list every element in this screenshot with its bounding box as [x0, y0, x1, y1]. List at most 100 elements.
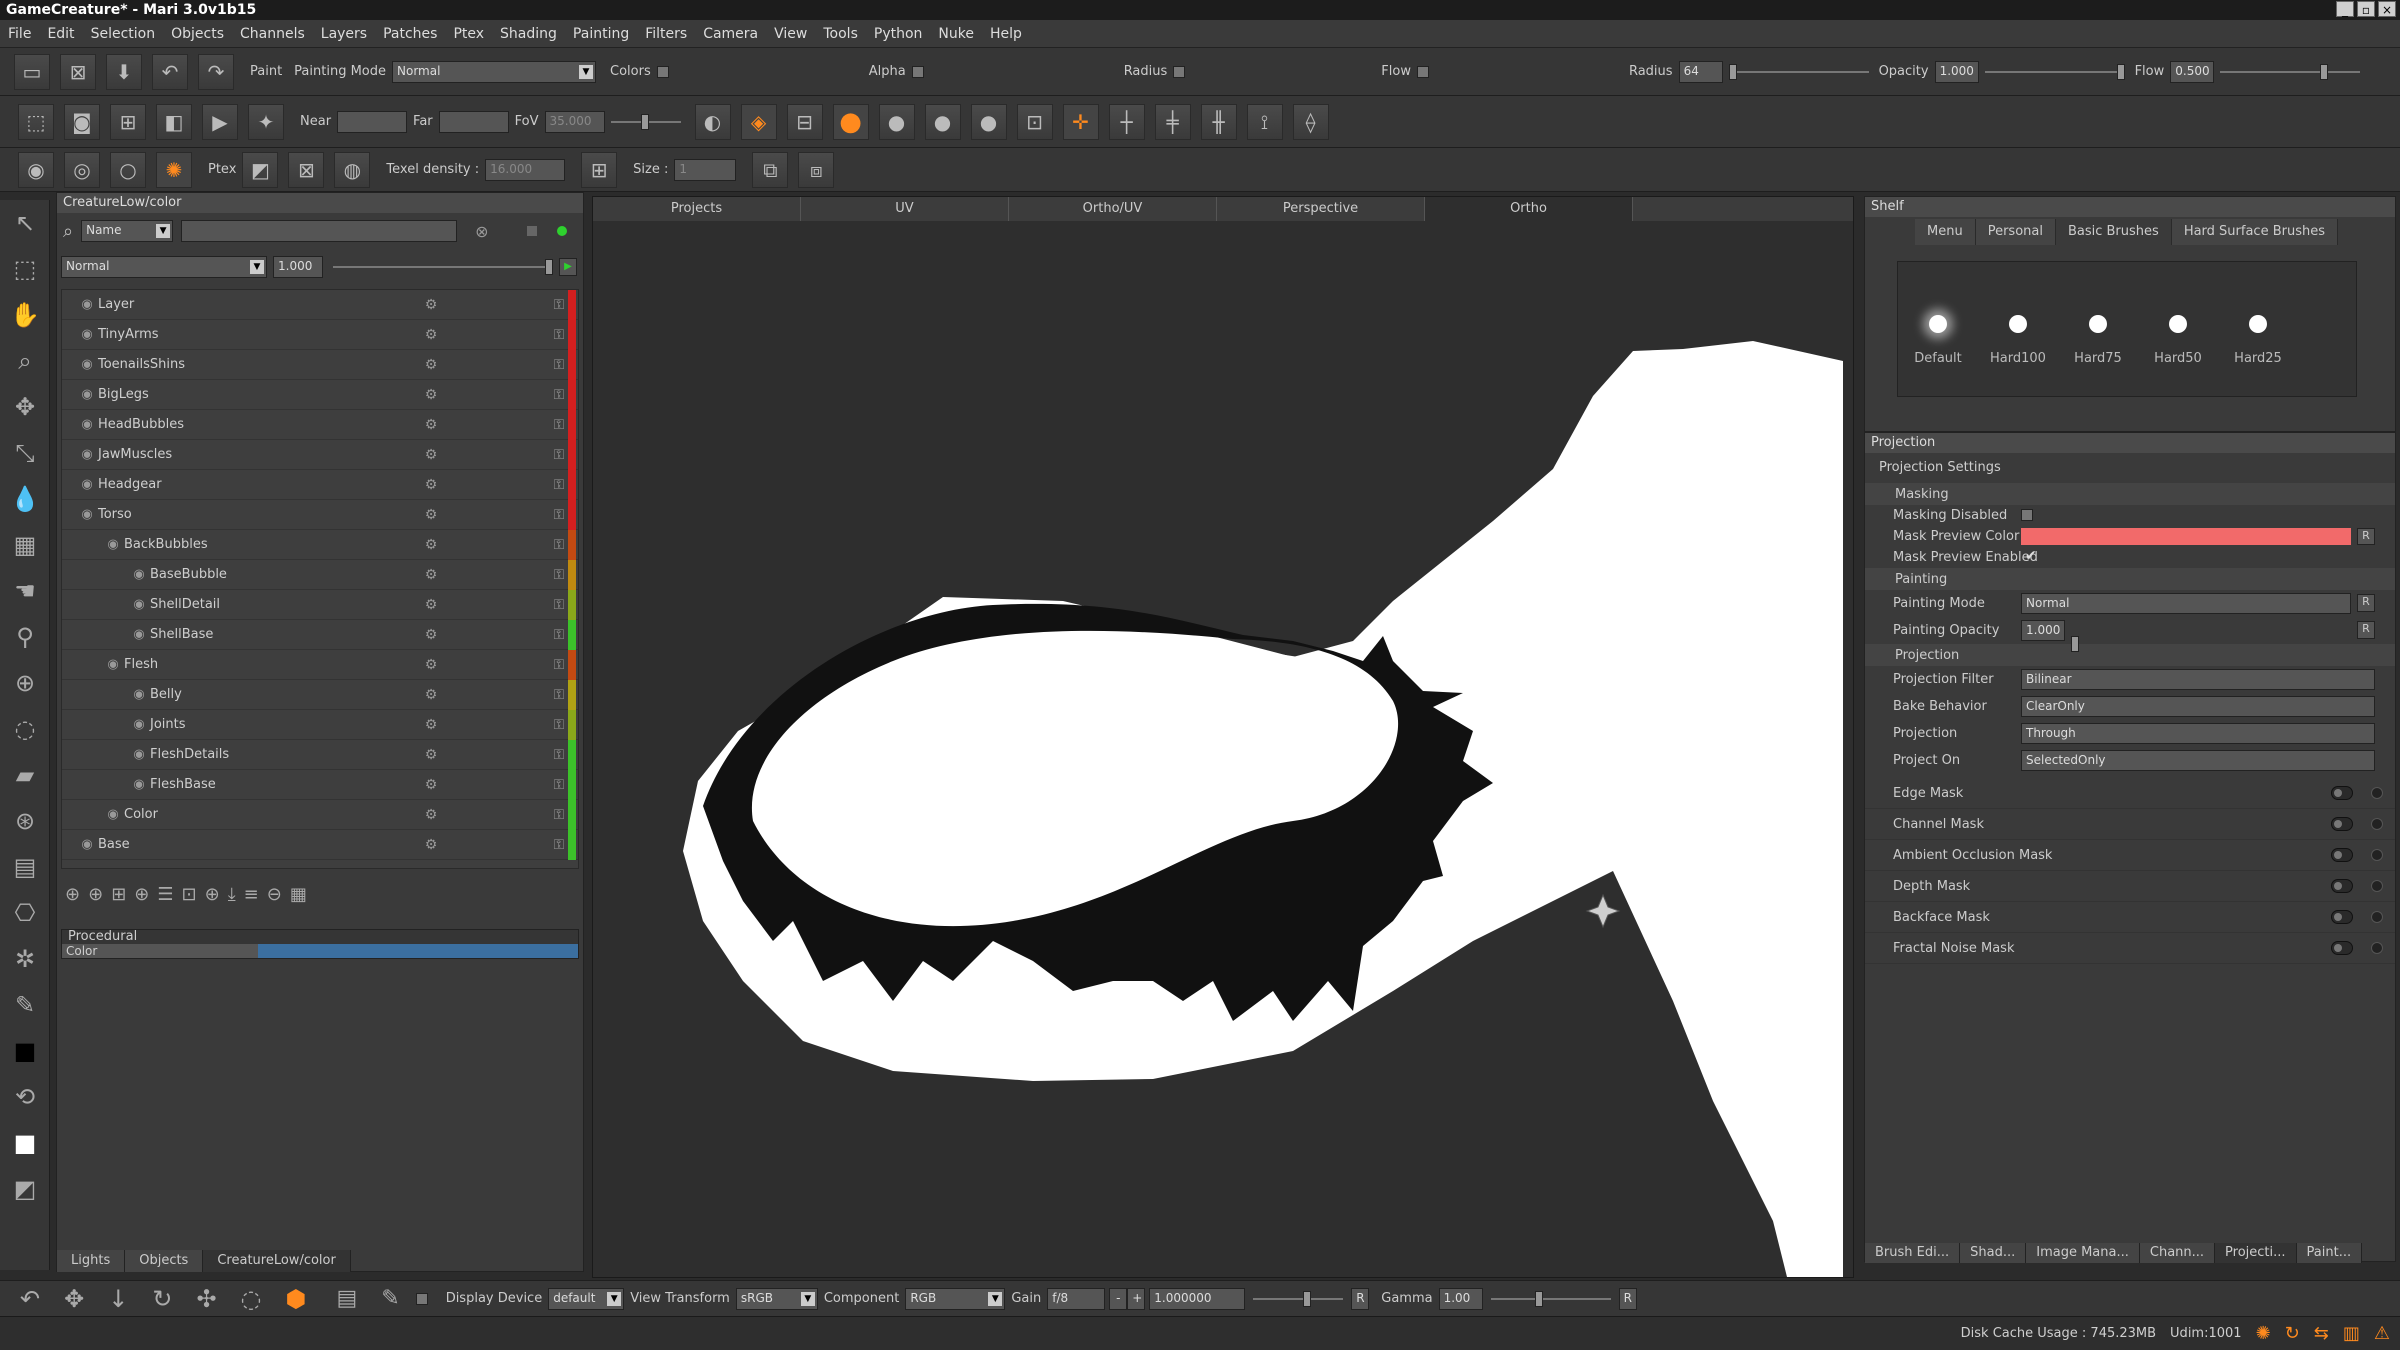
rotate-icon[interactable]: ↻: [152, 1285, 172, 1313]
size-icon[interactable]: ⊞: [581, 151, 618, 188]
menu-camera[interactable]: Camera: [695, 20, 766, 48]
down-arrow-icon[interactable]: ↓: [108, 1285, 128, 1313]
add-channel-icon[interactable]: ⊕: [205, 884, 220, 905]
bake-behavior-combo[interactable]: ClearOnly: [2021, 696, 2375, 717]
menu-shading[interactable]: Shading: [492, 20, 565, 48]
layer-row[interactable]: ◉ Belly ⚙ ⚿: [62, 680, 578, 710]
transform-icon[interactable]: ⤡: [0, 430, 50, 476]
foreground-color-swatch[interactable]: ■: [0, 1028, 50, 1074]
lock-icon[interactable]: ⚿: [550, 656, 568, 674]
menu-view[interactable]: View: [766, 20, 815, 48]
redo-icon[interactable]: ↷: [198, 53, 234, 90]
axis-x-icon[interactable]: ┼: [1108, 103, 1145, 140]
proj-opacity-knob[interactable]: [2071, 635, 2079, 652]
clone-icon[interactable]: ⊕: [0, 660, 50, 706]
visibility-eye-icon[interactable]: ◉: [128, 567, 150, 582]
layer-row[interactable]: ◉ Flesh ⚙ ⚿: [62, 650, 578, 680]
layer-row[interactable]: ◉ Torso ⚙ ⚿: [62, 500, 578, 530]
masking-header[interactable]: Masking: [1865, 483, 2395, 505]
brush-default[interactable]: Default: [1898, 293, 1978, 366]
gain-slider-knob[interactable]: [1303, 1290, 1312, 1307]
layer-row[interactable]: ◉ Color ⚙ ⚿: [62, 800, 578, 830]
menu-ptex[interactable]: Ptex: [445, 20, 492, 48]
menu-nuke[interactable]: Nuke: [930, 20, 982, 48]
display-checkbox[interactable]: [415, 1292, 428, 1305]
ptex-paint-icon[interactable]: ✺: [156, 151, 192, 188]
gain-slider[interactable]: [1253, 1290, 1344, 1307]
brush-hard75[interactable]: Hard75: [2058, 293, 2138, 366]
swap-colors-icon[interactable]: ⟲: [0, 1074, 50, 1120]
menu-help[interactable]: Help: [982, 20, 1030, 48]
layer-row[interactable]: ◉ ShellBase ⚙ ⚿: [62, 620, 578, 650]
ptex-grid-icon[interactable]: ⊠: [288, 151, 325, 188]
gizmo-icon[interactable]: [1585, 893, 1621, 929]
visibility-eye-icon[interactable]: ◉: [102, 807, 124, 822]
lock-icon[interactable]: ⚿: [550, 716, 568, 734]
lock-icon[interactable]: ⚿: [550, 626, 568, 644]
render-icon[interactable]: ▶: [202, 103, 238, 140]
menu-file[interactable]: File: [0, 20, 39, 48]
projection-section-header[interactable]: Projection: [1865, 644, 2395, 666]
projector-icon[interactable]: ⊟: [786, 103, 823, 140]
select-arrow-icon[interactable]: ↖: [0, 200, 50, 246]
grid-icon[interactable]: ⊞: [110, 103, 146, 140]
ptex-resize-icon[interactable]: ◩: [242, 151, 279, 188]
close-file-icon[interactable]: ⊠: [60, 53, 96, 90]
eye-hidden-icon[interactable]: ○: [110, 151, 146, 188]
layer-opacity-field[interactable]: 1.000: [273, 256, 323, 278]
pen-icon[interactable]: ✎: [381, 1286, 399, 1311]
layer-search-input[interactable]: [181, 220, 458, 242]
flow-slider-knob[interactable]: [2320, 63, 2329, 80]
axis-z-icon[interactable]: ╫: [1200, 103, 1237, 140]
size-field[interactable]: 1: [674, 158, 737, 181]
pin-icon[interactable]: ⟟: [1246, 103, 1283, 140]
lock-icon[interactable]: ⚿: [550, 476, 568, 494]
cube-view-icon[interactable]: ⬚: [18, 103, 54, 140]
layer-row[interactable]: ◉ Layer ⚙ ⚿: [62, 290, 578, 320]
blur-icon[interactable]: ◌: [0, 706, 50, 752]
zoom-icon[interactable]: ⌕: [0, 338, 50, 384]
lock-icon[interactable]: ⚿: [550, 836, 568, 854]
alert-icon[interactable]: ⚠: [2374, 1323, 2390, 1344]
move-tool-icon[interactable]: ✥: [64, 1285, 84, 1313]
menu-channels[interactable]: Channels: [232, 20, 313, 48]
add-mask-icon[interactable]: ⊡: [182, 884, 197, 905]
layer-row[interactable]: ◉ FleshBase ⚙ ⚿: [62, 770, 578, 800]
copy-icon[interactable]: ⧉: [752, 151, 789, 188]
visibility-eye-icon[interactable]: ◉: [76, 327, 98, 342]
gain-value-field[interactable]: 1.000000: [1149, 1287, 1246, 1310]
brush-hard100[interactable]: Hard100: [1978, 293, 2058, 366]
lasso-icon[interactable]: ◌: [241, 1285, 262, 1313]
menu-python[interactable]: Python: [866, 20, 931, 48]
mask-settings-icon[interactable]: [2371, 911, 2383, 923]
shelf-tab-basic-brushes[interactable]: Basic Brushes: [2055, 219, 2172, 245]
tab-ortho[interactable]: Ortho: [1425, 197, 1633, 221]
radius-slider-knob[interactable]: [1728, 63, 1737, 80]
gamma-slider[interactable]: [1490, 1290, 1611, 1307]
undo-arrow-icon[interactable]: ↶: [20, 1285, 40, 1313]
paste-icon[interactable]: ⧈: [798, 151, 835, 188]
colors-checkbox[interactable]: [656, 65, 669, 78]
mask-toggle[interactable]: [2331, 941, 2353, 955]
painting-opacity-reset-button[interactable]: R: [2357, 621, 2375, 639]
lock-icon[interactable]: ⚿: [550, 776, 568, 794]
flow-slider[interactable]: [2220, 63, 2361, 80]
document-icon[interactable]: ▤: [336, 1286, 357, 1311]
layer-row[interactable]: ◉ Joints ⚙ ⚿: [62, 710, 578, 740]
layer-row[interactable]: ◉ HeadBubbles ⚙ ⚿: [62, 410, 578, 440]
tab-channels[interactable]: Chann...: [2139, 1243, 2216, 1263]
visibility-eye-icon[interactable]: ◉: [76, 507, 98, 522]
layer-row[interactable]: ◉ ShellDetail ⚙ ⚿: [62, 590, 578, 620]
layer-row[interactable]: ◉ Headgear ⚙ ⚿: [62, 470, 578, 500]
tab-uv[interactable]: UV: [801, 197, 1009, 221]
opacity-field[interactable]: 1.000: [1934, 60, 1979, 83]
sphere-icon[interactable]: ●: [878, 103, 915, 140]
texel-density-field[interactable]: 16.000: [485, 158, 566, 181]
radius-field[interactable]: 64: [1678, 60, 1723, 83]
add-adjustment-icon[interactable]: ⊕: [134, 884, 149, 905]
default-colors-icon[interactable]: ◩: [0, 1166, 50, 1212]
bars-icon[interactable]: ▥: [2343, 1323, 2360, 1344]
gamma-reset-button[interactable]: R: [1618, 1287, 1637, 1310]
tab-objects[interactable]: Objects: [125, 1250, 204, 1272]
eye-icon[interactable]: ◉: [18, 151, 54, 188]
